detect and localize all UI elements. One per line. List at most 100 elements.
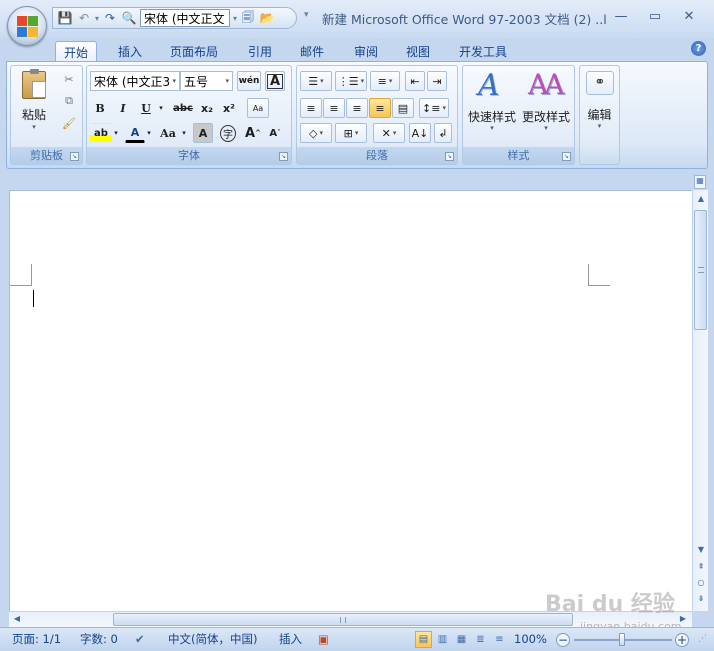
subscript-button[interactable]: x₂ [197,98,217,118]
italic-button[interactable]: I [113,98,133,118]
font-name-combo[interactable]: 宋体 (中文正3 ▾ [90,71,180,91]
grow-font-icon[interactable]: A ^ [243,123,263,143]
clear-formatting-icon[interactable]: Aa [247,98,269,118]
clipboard-launcher-icon[interactable]: ↘ [70,152,79,161]
undo-icon[interactable]: ↶ [76,10,92,26]
phonetic-guide-icon[interactable]: wén [237,71,261,91]
highlight-icon[interactable]: ab [90,123,112,143]
zoom-out-button[interactable]: − [556,633,570,647]
new-document-icon[interactable]: 🗐 [240,10,256,26]
align-center-icon[interactable]: ≡ [323,98,345,118]
styles-launcher-icon[interactable]: ↘ [562,152,571,161]
vertical-scroll-thumb[interactable] [694,210,707,330]
zoom-slider-thumb[interactable] [619,633,625,646]
chinese-layout-icon[interactable]: ✕ ▾ [373,123,405,143]
tab-review[interactable]: 审阅 [346,41,386,62]
horizontal-scroll-thumb[interactable] [113,613,573,626]
paste-dropdown-icon[interactable]: ▾ [14,123,54,131]
format-painter-icon[interactable]: 🖌 [59,113,79,133]
justify-icon[interactable]: ≡ [369,98,391,118]
shading-icon[interactable]: ◇ ▾ [300,123,332,143]
redo-icon[interactable]: ↷ [102,10,118,26]
change-styles-dropdown-icon[interactable]: ▾ [520,124,572,132]
bullets-icon[interactable]: ☰ ▾ [300,71,332,91]
increase-indent-icon[interactable]: ⇥ [427,71,447,91]
borders-icon[interactable]: ⊞ ▾ [335,123,367,143]
line-spacing-icon[interactable]: ↕≡ ▾ [419,98,449,118]
highlight-dropdown-icon[interactable]: ▾ [112,123,120,143]
zoom-level[interactable]: 100% [514,631,547,648]
office-button[interactable] [7,6,47,46]
numbering-icon[interactable]: ⋮☰ ▾ [335,71,367,91]
change-styles-button[interactable]: AA 更改样式 ▾ [520,68,572,142]
close-button[interactable]: ✕ [672,6,706,26]
minimize-button[interactable]: — [604,6,638,26]
tab-page-layout[interactable]: 页面布局 [162,41,226,62]
bold-button[interactable]: B [90,98,110,118]
tab-home[interactable]: 开始 [55,41,98,62]
distributed-icon[interactable]: ▤ [392,98,414,118]
web-layout-icon[interactable]: ▦ [453,631,470,648]
show-marks-icon[interactable]: ↲ [434,123,452,143]
print-layout-view-icon[interactable]: ▤ [415,631,432,648]
shrink-font-icon[interactable]: Aˇ [265,123,285,143]
customize-qat-icon[interactable]: ▾ [304,10,309,20]
undo-dropdown-icon[interactable]: ▾ [95,14,99,23]
zoom-in-button[interactable]: + [675,633,689,647]
paste-button[interactable]: 粘贴 ▾ [14,69,54,141]
tab-developer[interactable]: 开发工具 [451,41,515,62]
save-icon[interactable]: 💾 [57,10,73,26]
qat-font-dropdown-icon[interactable]: ▾ [233,14,237,23]
vertical-scrollbar[interactable]: ▲ ▼ ⇞ ○ ⇟ [692,190,708,611]
status-page-count[interactable]: 页面: 1/1 [12,631,61,648]
sort-icon[interactable]: A↓ [409,123,431,143]
decrease-indent-icon[interactable]: ⇤ [405,71,425,91]
scroll-up-icon[interactable]: ▲ [695,194,707,206]
macro-record-icon[interactable]: ▣ [318,631,329,648]
view-ruler-icon[interactable]: ▦ [694,175,706,189]
align-right-icon[interactable]: ≡ [346,98,368,118]
scroll-left-icon[interactable]: ◀ [11,614,23,626]
quick-styles-dropdown-icon[interactable]: ▾ [466,124,518,132]
status-language[interactable]: 中文(简体，中国) [168,631,257,648]
paragraph-launcher-icon[interactable]: ↘ [445,152,454,161]
font-size-combo[interactable]: 五号 ▾ [180,71,233,91]
draft-view-icon[interactable]: ≡ [491,631,508,648]
tab-insert[interactable]: 插入 [110,41,150,62]
next-page-icon[interactable]: ⇟ [695,594,707,606]
qat-font-name-box[interactable]: 宋体 (中文正文 [140,9,231,27]
font-size-dropdown-icon[interactable]: ▾ [225,77,229,85]
strikethrough-button[interactable]: abc [171,98,195,118]
change-case-button[interactable]: Aa [156,123,180,143]
proofing-icon[interactable]: ✔ [135,631,145,648]
enclose-characters-icon[interactable]: 字 [217,123,239,143]
align-left-icon[interactable]: ≡ [300,98,322,118]
underline-button[interactable]: U [136,98,156,118]
document-page[interactable] [9,190,692,611]
character-shading-icon[interactable]: A [193,123,213,143]
resize-grip-icon[interactable]: ⋰ [698,631,707,648]
multilevel-list-icon[interactable]: ≡ ▾ [370,71,400,91]
superscript-button[interactable]: x² [219,98,239,118]
underline-dropdown-icon[interactable]: ▾ [156,98,166,118]
cut-icon[interactable]: ✂ [59,69,79,89]
change-case-dropdown-icon[interactable]: ▾ [180,123,188,143]
status-insert-mode[interactable]: 插入 [279,631,302,648]
full-screen-reading-icon[interactable]: ▥ [434,631,451,648]
editing-dropdown-icon[interactable]: ▾ [580,122,619,130]
zoom-slider[interactable] [574,633,672,646]
status-word-count[interactable]: 字数: 0 [80,631,118,648]
tab-references[interactable]: 引用 [240,41,280,62]
browse-object-icon[interactable]: ○ [695,578,707,590]
font-color-dropdown-icon[interactable]: ▾ [145,123,153,143]
character-border-icon[interactable]: A [265,71,285,91]
tab-mailings[interactable]: 邮件 [292,41,332,62]
outline-view-icon[interactable]: ≣ [472,631,489,648]
maximize-button[interactable]: ▭ [638,6,672,26]
previous-page-icon[interactable]: ⇞ [695,562,707,574]
font-name-dropdown-icon[interactable]: ▾ [172,77,176,85]
quick-styles-button[interactable]: A 快速样式 ▾ [466,68,518,142]
scroll-down-icon[interactable]: ▼ [695,545,707,557]
open-folder-icon[interactable]: 📂 [259,10,275,26]
font-launcher-icon[interactable]: ↘ [279,152,288,161]
